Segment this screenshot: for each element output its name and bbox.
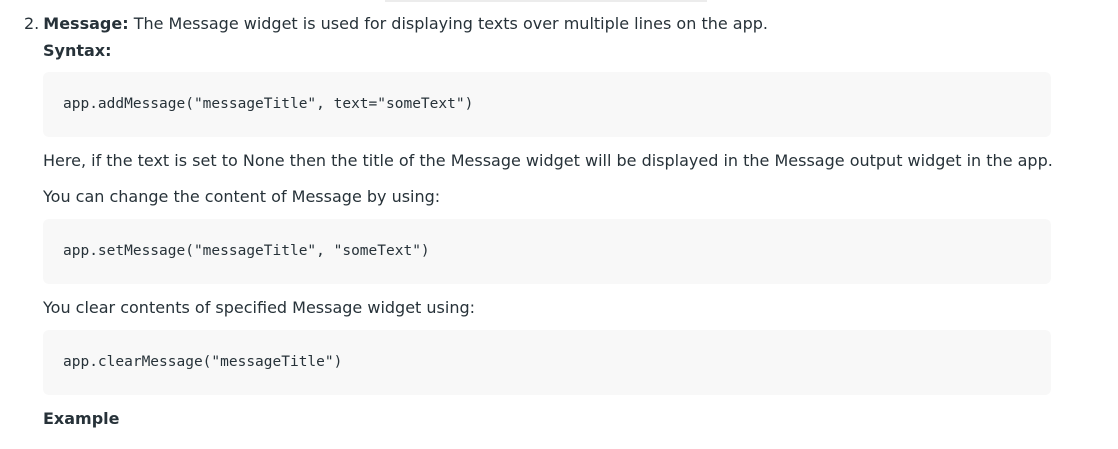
example-heading: Example bbox=[43, 409, 120, 428]
list-term: Message: bbox=[43, 14, 129, 33]
syntax-heading: Syntax: bbox=[43, 41, 112, 60]
list-description: The Message widget is used for displayin… bbox=[133, 14, 768, 33]
code-block-set-message: app.setMessage("messageTitle", "someText… bbox=[43, 219, 1051, 284]
paragraph-none-note: Here, if the text is set to None then th… bbox=[43, 151, 1053, 170]
code-text: app.setMessage("messageTitle", "someText… bbox=[63, 243, 430, 259]
paragraph-clear-contents: You clear contents of specified Message … bbox=[43, 298, 476, 317]
top-divider bbox=[385, 0, 707, 2]
list-number: 2. bbox=[24, 14, 40, 33]
code-block-add-message: app.addMessage("messageTitle", text="som… bbox=[43, 72, 1051, 137]
code-text: app.clearMessage("messageTitle") bbox=[63, 354, 343, 370]
code-block-clear-message: app.clearMessage("messageTitle") bbox=[43, 330, 1051, 395]
paragraph-change-content: You can change the content of Message by… bbox=[43, 187, 441, 206]
code-text: app.addMessage("messageTitle", text="som… bbox=[63, 96, 474, 112]
list-item-message: 2. Message: The Message widget is used fo… bbox=[24, 13, 768, 35]
